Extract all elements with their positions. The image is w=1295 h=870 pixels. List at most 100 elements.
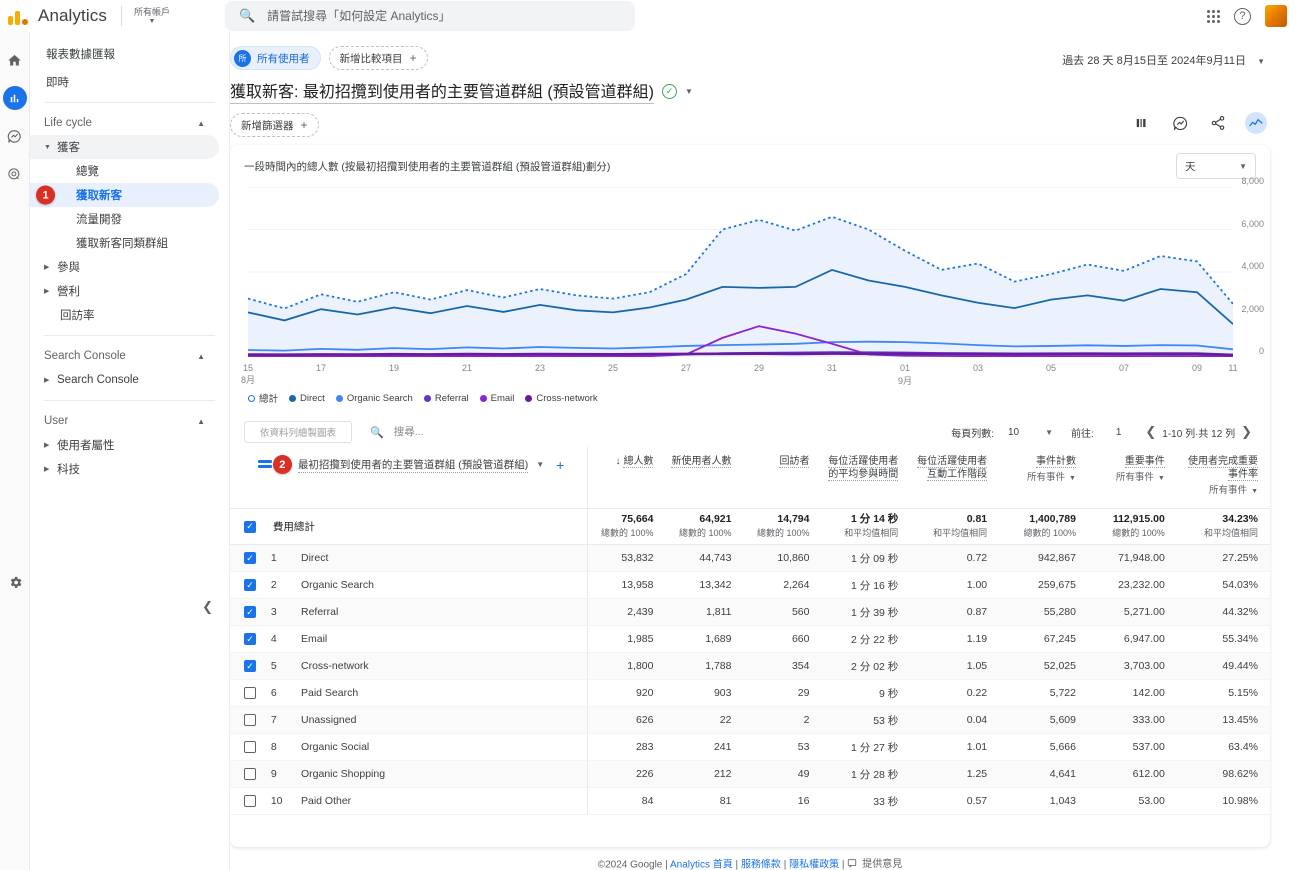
avatar[interactable] <box>1265 5 1287 27</box>
legend-item[interactable]: Referral <box>423 393 469 404</box>
sidebar-item-report-snapshot[interactable]: 報表數據匯報 <box>30 42 219 66</box>
sidebar-item-monetisation[interactable]: ▶ 營利 <box>30 279 219 303</box>
row-checkbox[interactable] <box>244 768 256 780</box>
prev-page-button[interactable]: ❮ <box>1139 424 1162 440</box>
add-comparison-button[interactable]: 新增比較項目 + <box>328 46 428 70</box>
row-name[interactable]: Organic Search <box>294 571 588 599</box>
table-row[interactable]: 5Cross-network1,8001,7883542 分 02 秒1.055… <box>230 652 1270 680</box>
row-checkbox[interactable] <box>244 687 256 699</box>
row-name[interactable]: Cross-network <box>294 652 588 680</box>
add-dimension-icon[interactable]: + <box>556 457 564 473</box>
metric-header-sub[interactable]: 所有事件 ▼ <box>1181 484 1258 498</box>
metric-header-key-events[interactable]: 重要事件 所有事件 ▼ <box>1088 447 1177 509</box>
metric-header-user-key-event-rate[interactable]: 使用者完成重要事件率 所有事件 ▼ <box>1177 447 1270 509</box>
sidebar-item-realtime[interactable]: 即時 <box>30 70 219 94</box>
feedback-button[interactable]: 提供意見 <box>847 855 902 870</box>
row-name[interactable]: Unassigned <box>294 706 588 734</box>
admin-settings[interactable] <box>0 575 30 590</box>
page-title[interactable]: 獲取新客: 最初招攬到使用者的主要管道群組 (預設管道群組) <box>230 78 654 104</box>
sidebar-item-user-acquisition-cohorts[interactable]: 獲取新客同類群組 <box>30 231 219 255</box>
sidebar-item-engagement[interactable]: ▶ 參與 <box>30 255 219 279</box>
add-filter-button[interactable]: 新增篩選器 + <box>230 113 319 137</box>
row-checkbox[interactable] <box>244 660 256 672</box>
row-name[interactable]: Referral <box>294 598 588 626</box>
row-name[interactable]: Email <box>294 625 588 653</box>
sidebar-item-search-console[interactable]: ▶ Search Console <box>30 368 219 392</box>
sidebar-section-search-console[interactable]: Search Console ▲ <box>30 344 219 368</box>
row-name[interactable]: Paid Other <box>294 787 588 815</box>
sidebar-item-traffic-acquisition[interactable]: 流量開發 <box>30 207 219 231</box>
table-search[interactable]: 🔍 <box>370 426 514 439</box>
table-search-input[interactable] <box>393 426 514 438</box>
table-row[interactable]: 10 Paid Other 84 81 16 33 秒 0.57 1,043 53.00 10.9… <box>230 787 1270 815</box>
legend-item[interactable]: Email <box>479 393 514 404</box>
row-checkbox[interactable] <box>244 579 256 591</box>
table-row[interactable]: 2Organic Search13,95813,3422,2641 分 16 秒… <box>230 571 1270 599</box>
row-checkbox[interactable] <box>244 606 256 618</box>
row-name[interactable]: Direct <box>294 544 588 572</box>
sidebar-section-user[interactable]: User ▲ <box>30 409 219 433</box>
sidebar-item-tech[interactable]: ▶ 科技 <box>30 457 219 481</box>
metric-header-avg-engagement-time[interactable]: 每位活躍使用者的平均參與時間 <box>821 447 910 509</box>
metric-header-total-users[interactable]: ↓ 總人數 <box>586 447 666 509</box>
table-row[interactable]: 4Email1,9851,6896602 分 22 秒1.1967,2456,9… <box>230 625 1270 653</box>
reports-icon[interactable] <box>2 86 27 110</box>
account-selector[interactable]: 所有帳戶 ▼ <box>134 7 170 26</box>
explore-icon[interactable] <box>3 124 27 148</box>
footer-link-analytics-home[interactable]: Analytics 首頁 <box>670 860 733 870</box>
chart-rows-button[interactable]: 依資料列繪製圖表 <box>244 421 352 443</box>
metric-header-new-users[interactable]: 新使用者人數 <box>665 447 743 509</box>
rows-per-page-select[interactable]: 10 ▼ <box>1008 427 1071 438</box>
metric-header-event-count[interactable]: 事件計數 所有事件 ▼ <box>999 447 1088 509</box>
table-row[interactable]: 6 Paid Search 920 903 29 9 秒 0.22 5,722 142.00 5.… <box>230 679 1270 707</box>
legend-item[interactable]: Organic Search <box>335 393 413 404</box>
metric-header-engaged-sessions-per-user[interactable]: 每位活躍使用者互動工作階段 <box>910 447 999 509</box>
help-icon[interactable]: ? <box>1234 7 1251 25</box>
row-checkbox[interactable] <box>244 795 256 807</box>
row-checkbox[interactable] <box>244 714 256 726</box>
share-icon[interactable] <box>1207 112 1229 134</box>
compare-icon[interactable] <box>1131 112 1153 134</box>
apps-grid-icon[interactable] <box>1207 9 1220 23</box>
row-checkbox[interactable] <box>244 552 256 564</box>
footer-link-terms[interactable]: 服務條款 <box>741 860 781 870</box>
next-page-button[interactable]: ❯ <box>1235 424 1258 440</box>
row-checkbox[interactable] <box>244 741 256 753</box>
row-name[interactable]: Organic Shopping <box>294 760 588 788</box>
global-search[interactable]: 🔍 <box>224 1 635 31</box>
sidebar-item-retention[interactable]: 回訪率 <box>30 303 219 327</box>
chevron-down-icon[interactable]: ▼ <box>536 460 544 469</box>
sidebar-item-user-acquisition[interactable]: 1 獲取新客 <box>30 183 219 207</box>
audience-chip[interactable]: 所 所有使用者 <box>230 46 321 70</box>
table-row[interactable]: 1Direct53,83244,74310,8601 分 09 秒0.72942… <box>230 544 1270 572</box>
sidebar-item-acquisition[interactable]: ▼ 獲客 <box>30 135 219 159</box>
legend-item[interactable]: Cross-network <box>525 393 598 404</box>
legend-item[interactable]: Direct <box>289 393 325 404</box>
search-input[interactable] <box>267 9 621 23</box>
select-all-checkbox[interactable] <box>244 520 256 533</box>
table-row[interactable]: 9 Organic Shopping 226 212 49 1 分 28 秒 1.25 4,6… <box>230 760 1270 788</box>
sidebar-section-life-cycle[interactable]: Life cycle ▲ <box>30 111 219 135</box>
footer-link-privacy[interactable]: 隱私權政策 <box>789 860 839 870</box>
home-icon[interactable] <box>3 48 27 72</box>
row-checkbox[interactable] <box>244 633 256 645</box>
chevron-down-icon[interactable]: ▼ <box>685 87 693 96</box>
row-name[interactable]: Organic Social <box>294 733 588 761</box>
trend-icon[interactable] <box>1245 112 1267 134</box>
advertising-icon[interactable] <box>3 162 27 186</box>
date-range-selector[interactable]: 過去 28 天 8月15日至 2024年9月11日 ▼ <box>1062 52 1265 68</box>
table-row[interactable]: 7 Unassigned 626 22 2 53 秒 0.04 5,609 333.00 13.4… <box>230 706 1270 734</box>
check-circle-icon[interactable]: ✓ <box>662 83 677 99</box>
sidebar-item-demographics[interactable]: ▶ 使用者屬性 <box>30 433 219 457</box>
metric-header-sub[interactable]: 所有事件 ▼ <box>1003 471 1076 485</box>
row-name[interactable]: Paid Search <box>294 679 588 707</box>
collapse-sidebar-button[interactable]: ❮ <box>202 599 213 615</box>
sidebar-item-overview[interactable]: 總覽 <box>30 159 219 183</box>
table-row[interactable]: 3Referral2,4391,8115601 分 39 秒0.8755,280… <box>230 598 1270 626</box>
dimension-header-label[interactable]: 最初招攬到使用者的主要管道群組 (預設管道群組) <box>297 457 529 473</box>
legend-item[interactable]: 總計 <box>248 391 278 405</box>
insights-icon[interactable] <box>1169 112 1191 134</box>
metric-header-returning-users[interactable]: 回訪者 <box>743 447 821 509</box>
table-row[interactable]: 8 Organic Social 283 241 53 1 分 27 秒 1.01 5,666… <box>230 733 1270 761</box>
metric-header-sub[interactable]: 所有事件 ▼ <box>1092 471 1165 485</box>
